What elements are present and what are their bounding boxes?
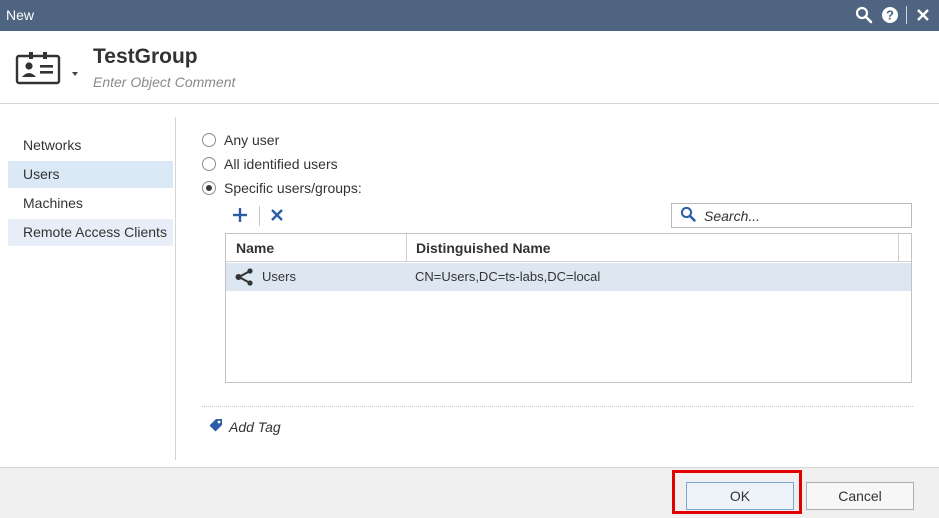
annotation-highlight [672, 470, 802, 514]
radio-specific-users-groups[interactable]: Specific users/groups: [202, 180, 362, 196]
icon-dropdown-caret-icon[interactable] [71, 64, 79, 80]
x-icon[interactable] [268, 206, 286, 224]
row-distinguished-name: CN=Users,DC=ts-labs,DC=local [415, 269, 601, 284]
titlebar-separator [906, 6, 907, 24]
close-icon[interactable] [913, 5, 933, 25]
sidebar-item-networks[interactable]: Networks [8, 132, 173, 159]
radio-label: Specific users/groups: [224, 180, 362, 196]
search-icon[interactable] [854, 5, 874, 25]
search-input[interactable] [704, 207, 904, 224]
add-tag-label: Add Tag [229, 418, 281, 435]
object-header: TestGroup Enter Object Comment [0, 31, 939, 104]
radio-button-checked[interactable] [202, 181, 216, 195]
object-name[interactable]: TestGroup [93, 45, 198, 69]
help-icon[interactable]: ? [880, 5, 900, 25]
radio-label: Any user [224, 132, 280, 148]
add-tag-link[interactable]: Add Tag [209, 418, 281, 435]
titlebar-controls: ? [854, 5, 933, 25]
tag-icon [209, 418, 223, 435]
row-name: Users [262, 269, 296, 284]
sidebar-item-machines[interactable]: Machines [8, 190, 173, 217]
cancel-button[interactable]: Cancel [806, 482, 914, 510]
search-box[interactable] [671, 203, 912, 228]
user-card-icon[interactable] [15, 51, 61, 88]
table-row[interactable]: Users CN=Users,DC=ts-labs,DC=local [226, 263, 911, 291]
plus-icon[interactable] [230, 205, 250, 225]
radio-button[interactable] [202, 157, 216, 171]
column-header-distinguished-name[interactable]: Distinguished Name [416, 234, 551, 262]
column-divider[interactable] [898, 234, 899, 262]
column-divider[interactable] [406, 234, 407, 262]
sidebar-item-remote-access-clients[interactable]: Remote Access Clients [8, 219, 173, 246]
toolbar-separator [259, 206, 260, 226]
radio-label: All identified users [224, 156, 338, 172]
window-titlebar: New ? [0, 0, 939, 31]
column-header-name[interactable]: Name [236, 234, 274, 262]
group-share-icon [234, 268, 254, 289]
svg-text:?: ? [886, 8, 894, 23]
window-title: New [6, 7, 35, 23]
table-header: Name Distinguished Name [226, 234, 911, 262]
radio-all-identified-users[interactable]: All identified users [202, 156, 338, 172]
sidebar: Networks Users Machines Remote Access Cl… [8, 117, 176, 460]
sidebar-item-users[interactable]: Users [8, 161, 173, 188]
search-icon [680, 206, 696, 225]
radio-button[interactable] [202, 133, 216, 147]
divider [202, 406, 913, 407]
radio-any-user[interactable]: Any user [202, 132, 279, 148]
object-comment[interactable]: Enter Object Comment [93, 74, 235, 90]
users-table: Name Distinguished Name Users CN=Users,D… [225, 233, 912, 383]
